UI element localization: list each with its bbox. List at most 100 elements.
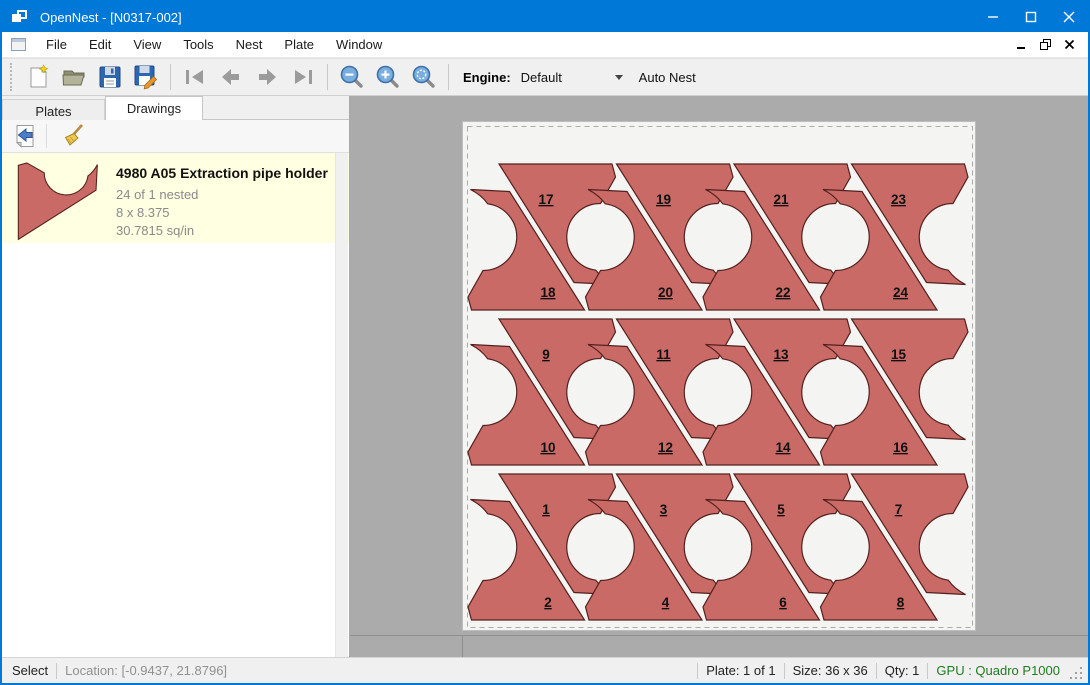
next-arrow-icon bbox=[254, 64, 280, 90]
nest-part-label: 3 bbox=[660, 502, 668, 517]
close-button[interactable] bbox=[1050, 2, 1088, 32]
zoom-in-icon bbox=[375, 64, 401, 90]
mdi-close-icon bbox=[1065, 40, 1075, 50]
menu-window[interactable]: Window bbox=[325, 33, 393, 56]
broom-icon bbox=[61, 123, 87, 149]
nest-part-label: 16 bbox=[893, 440, 909, 455]
nest-part-label: 1 bbox=[542, 502, 550, 517]
nest-part-label: 15 bbox=[891, 347, 907, 362]
mdi-restore-button[interactable] bbox=[1034, 34, 1058, 56]
auto-nest-button[interactable]: Auto Nest bbox=[629, 65, 706, 90]
minimize-button[interactable] bbox=[974, 2, 1012, 32]
engine-label: Engine: bbox=[463, 70, 511, 85]
save-as-button[interactable] bbox=[128, 60, 164, 94]
menu-plate[interactable]: Plate bbox=[273, 33, 325, 56]
nest-part-label: 2 bbox=[544, 595, 552, 610]
last-arrow-icon bbox=[290, 64, 316, 90]
zoom-extents-icon bbox=[411, 64, 437, 90]
app-window: OpenNest - [N0317-002] File Edit View To… bbox=[0, 0, 1090, 685]
status-separator bbox=[927, 663, 928, 679]
part-size: 8 x 8.375 bbox=[116, 204, 328, 222]
resize-grip[interactable] bbox=[1070, 667, 1084, 681]
close-icon bbox=[1063, 11, 1075, 23]
nest-part-label: 24 bbox=[893, 285, 909, 300]
zoom-out-button[interactable] bbox=[334, 60, 370, 94]
window-title: OpenNest - [N0317-002] bbox=[40, 10, 182, 25]
status-size: Size: 36 x 36 bbox=[793, 663, 868, 678]
status-separator bbox=[784, 663, 785, 679]
new-button[interactable] bbox=[20, 60, 56, 94]
menu-file[interactable]: File bbox=[35, 33, 78, 56]
status-separator bbox=[876, 663, 877, 679]
previous-plate-button[interactable] bbox=[213, 60, 249, 94]
status-gpu: GPU : Quadro P1000 bbox=[936, 663, 1060, 678]
nest-part-label: 5 bbox=[777, 502, 785, 517]
mdi-restore-icon bbox=[1040, 39, 1052, 51]
zoom-in-button[interactable] bbox=[370, 60, 406, 94]
nest-part-label: 21 bbox=[773, 192, 789, 207]
save-button[interactable] bbox=[92, 60, 128, 94]
toolbar-separator bbox=[327, 64, 328, 90]
part-meta: 4980 A05 Extraction pipe holder 24 of 1 … bbox=[116, 161, 328, 235]
nest-canvas[interactable]: 171819202122232491011121314151612345678 bbox=[350, 96, 1088, 657]
zoom-out-icon bbox=[339, 64, 365, 90]
nest-drawing: 171819202122232491011121314151612345678 bbox=[463, 122, 977, 632]
toolbar-separator bbox=[170, 64, 171, 90]
panel-scrollbar[interactable] bbox=[335, 153, 348, 657]
nest-part-label: 23 bbox=[891, 192, 907, 207]
save-icon bbox=[97, 64, 123, 90]
tab-plates[interactable]: Plates bbox=[2, 99, 105, 120]
nest-part-label: 22 bbox=[775, 285, 790, 300]
status-separator bbox=[56, 663, 57, 679]
nest-part-label: 13 bbox=[773, 347, 789, 362]
mdi-minimize-button[interactable] bbox=[1010, 34, 1034, 56]
nest-part-label: 14 bbox=[775, 440, 791, 455]
menu-nest[interactable]: Nest bbox=[225, 33, 274, 56]
zoom-extents-button[interactable] bbox=[406, 60, 442, 94]
tab-drawings[interactable]: Drawings bbox=[105, 96, 203, 120]
part-nested-count: 24 of 1 nested bbox=[116, 186, 328, 204]
document-icon[interactable] bbox=[11, 38, 26, 51]
menu-view[interactable]: View bbox=[122, 33, 172, 56]
chevron-down-icon bbox=[615, 75, 623, 80]
nest-part-label: 19 bbox=[656, 192, 671, 207]
new-document-icon bbox=[25, 64, 51, 90]
menu-edit[interactable]: Edit bbox=[78, 33, 122, 56]
title-bar: OpenNest - [N0317-002] bbox=[2, 2, 1088, 32]
nest-part-label: 12 bbox=[658, 440, 673, 455]
last-plate-button[interactable] bbox=[285, 60, 321, 94]
left-panel: Plates Drawings bbox=[2, 96, 350, 657]
content-area: Plates Drawings bbox=[2, 96, 1088, 657]
list-item[interactable]: 4980 A05 Extraction pipe holder 24 of 1 … bbox=[2, 153, 349, 243]
first-plate-button[interactable] bbox=[177, 60, 213, 94]
clear-drawings-button[interactable] bbox=[57, 121, 91, 151]
status-qty: Qty: 1 bbox=[885, 663, 920, 678]
plate: 171819202122232491011121314151612345678 bbox=[462, 121, 976, 631]
panel-toolbar-separator bbox=[46, 124, 47, 148]
open-button[interactable] bbox=[56, 60, 92, 94]
nest-part-label: 9 bbox=[542, 347, 550, 362]
import-drawing-button[interactable] bbox=[8, 121, 42, 151]
nest-part-label: 11 bbox=[656, 347, 671, 362]
minimize-icon bbox=[987, 11, 999, 23]
status-mode: Select bbox=[12, 663, 48, 678]
nest-part-label: 17 bbox=[538, 192, 553, 207]
menu-bar: File Edit View Tools Nest Plate Window bbox=[2, 32, 1088, 58]
maximize-button[interactable] bbox=[1012, 2, 1050, 32]
panel-tabs: Plates Drawings bbox=[2, 96, 349, 120]
engine-select[interactable]: Default bbox=[517, 65, 629, 89]
next-plate-button[interactable] bbox=[249, 60, 285, 94]
main-toolbar: Engine: Default Auto Nest bbox=[2, 58, 1088, 96]
canvas-scrollbar-edge bbox=[350, 635, 1088, 636]
previous-arrow-icon bbox=[218, 64, 244, 90]
status-plate: Plate: 1 of 1 bbox=[706, 663, 775, 678]
toolbar-grip[interactable] bbox=[10, 63, 16, 91]
menu-tools[interactable]: Tools bbox=[172, 33, 224, 56]
mdi-close-button[interactable] bbox=[1058, 34, 1082, 56]
drawings-toolbar bbox=[2, 120, 349, 153]
nest-part-label: 8 bbox=[897, 595, 905, 610]
toolbar-separator bbox=[448, 64, 449, 90]
nest-part-label: 18 bbox=[540, 285, 556, 300]
mdi-minimize-icon bbox=[1017, 40, 1027, 50]
app-icon bbox=[12, 9, 30, 25]
